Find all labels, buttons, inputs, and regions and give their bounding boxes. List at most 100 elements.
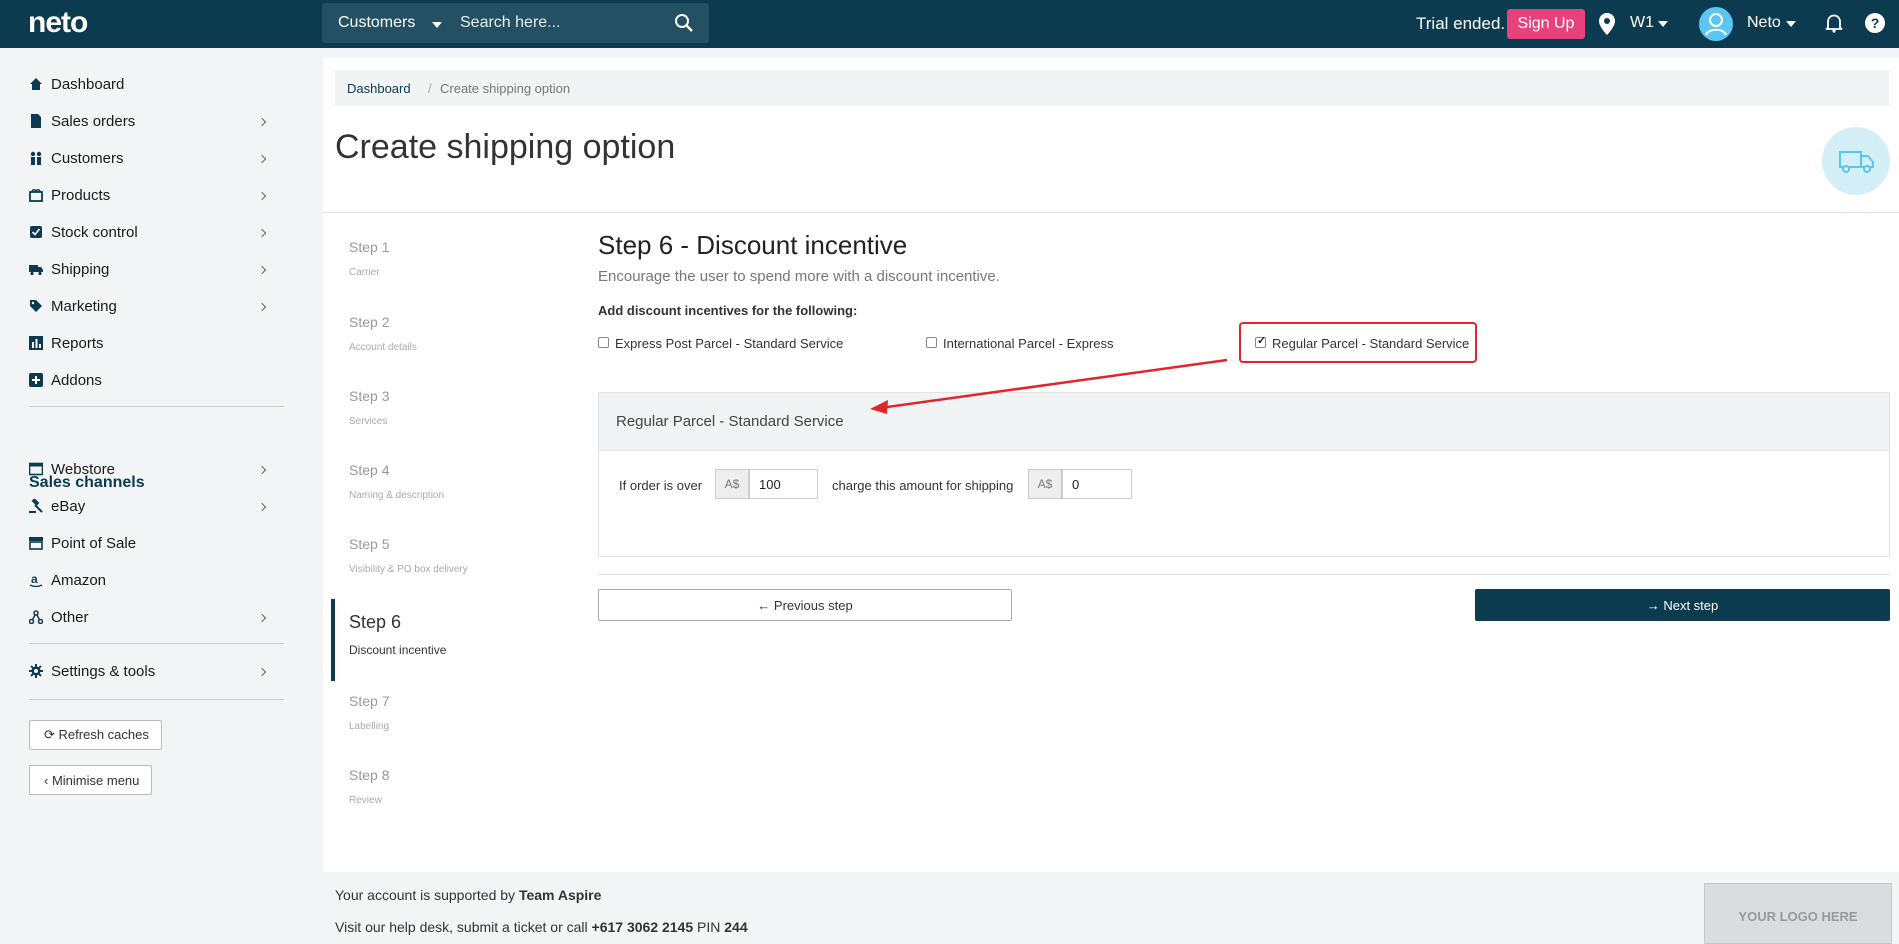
help-icon[interactable]: ? [1865,13,1885,33]
step-number: Step 4 [349,462,390,478]
step-subheading: Encourage the user to spend more with a … [598,268,1000,285]
sidebar-item-point-of-sale[interactable]: Point of Sale [29,532,279,558]
previous-step-button[interactable]: ← Previous step [598,589,1012,621]
step-description: Discount incentive [349,643,447,657]
chevron-right-icon [257,228,267,238]
global-search: Customers [322,3,709,43]
help-prefix: Visit our help desk, submit a ticket or … [335,919,588,935]
sidebar-item-other[interactable]: Other [29,606,279,632]
step-number: Step 8 [349,767,390,783]
chevron-right-icon [257,502,267,512]
service-label: International Parcel - Express [943,336,1114,351]
next-step-button[interactable]: → Next step [1475,589,1890,621]
breadcrumb: Dashboard / Create shipping option [335,70,1889,106]
breadcrumb-current: Create shipping option [440,81,571,96]
sidebar-item-settings-tools[interactable]: Settings & tools [29,660,279,686]
sidebar-item-label: Stock control [51,224,138,241]
step-description: Account details [349,342,417,353]
sidebar-item-customers[interactable]: Customers [29,147,279,173]
checkbox-icon [30,226,42,238]
caret-down-icon[interactable] [1786,21,1796,27]
chevron-right-icon [257,302,267,312]
breadcrumb-dashboard-link[interactable]: Dashboard [347,81,411,96]
main-panel: Dashboard / Create shipping option Creat… [323,58,1899,872]
avatar[interactable] [1699,7,1733,41]
divider [323,212,1899,213]
sidebar-item-shipping[interactable]: Shipping [29,258,279,284]
people-icon [30,151,42,165]
chevron-right-icon [257,613,267,623]
sidebar-item-ebay[interactable]: eBay [29,495,279,521]
sidebar-item-addons[interactable]: Addons [29,369,279,395]
gear-icon [29,664,43,678]
sign-up-button[interactable]: Sign Up [1507,9,1585,39]
sidebar-item-label: Products [51,187,111,204]
breadcrumb-separator: / [428,81,432,96]
step-number: Step 6 [349,612,402,632]
chevron-left-icon: ‹ [44,772,49,788]
document-icon [31,114,41,128]
minimise-menu-button[interactable]: ‹ Minimise menu [29,765,153,795]
truck-icon [1839,151,1874,173]
user-menu[interactable]: Neto [1747,14,1781,32]
chevron-right-icon [257,465,267,475]
share-icon [29,610,43,624]
plus-icon [29,373,43,387]
support-phone[interactable]: +617 3062 2145 [592,919,694,935]
pin-label: PIN [697,919,721,935]
incentive-services-label: Add discount incentives for the followin… [598,303,858,318]
sidebar-divider [29,406,284,407]
sidebar-item-sales-orders[interactable]: Sales orders [29,110,279,136]
bell-icon[interactable] [1825,13,1843,33]
location-selector[interactable]: W1 [1630,14,1654,32]
truck-icon [29,265,43,276]
step-number: Step 3 [349,388,390,404]
sidebar-item-reports[interactable]: Reports [29,332,279,358]
search-scope-dropdown[interactable]: Customers [338,14,415,32]
sidebar-item-label: Amazon [51,572,107,589]
user-icon [1705,13,1727,36]
caret-down-icon[interactable] [1658,21,1668,27]
step-description: Visibility & PO box delivery [349,564,468,575]
sidebar-item-marketing[interactable]: Marketing [29,295,279,321]
location-pin-icon[interactable] [1598,12,1616,36]
step-description: Carrier [349,267,380,278]
home-icon [30,78,42,90]
search-icon[interactable] [674,13,694,33]
sidebar-item-stock-control[interactable]: Stock control [29,221,279,247]
sidebar-item-products[interactable]: Products [29,184,279,210]
search-input[interactable] [460,9,660,37]
checkbox[interactable] [598,337,609,348]
sidebar-item-label: Other [51,609,89,626]
next-step-label: Next step [1663,597,1719,613]
sidebar-item-dashboard[interactable]: Dashboard [29,73,279,99]
service-label: Express Post Parcel - Standard Service [615,336,844,351]
support-info: Your account is supported by Team Aspire [335,887,601,903]
incentive-panel-title: Regular Parcel - Standard Service [616,413,844,430]
sidebar-item-label: Shipping [51,261,110,278]
currency-addon: A$ [1028,469,1062,499]
active-step-indicator [331,599,335,681]
neto-logo[interactable]: neto [28,6,88,40]
annotation-arrow-icon [870,358,1228,414]
sidebar-item-label: eBay [51,498,86,515]
sidebar-item-label: Dashboard [51,76,125,93]
previous-step-label: Previous step [773,597,853,613]
checkbox[interactable] [926,337,937,348]
sidebar-item-label: Reports [51,335,104,352]
chevron-right-icon [257,191,267,201]
pin-value: 244 [724,919,748,935]
divider [598,574,1890,575]
tag-icon [30,300,42,312]
sidebar-item-label: Point of Sale [51,535,137,552]
sidebar-item-label: Addons [51,372,102,389]
sidebar-item-amazon[interactable]: a Amazon [29,569,279,595]
caret-down-icon[interactable] [432,22,442,28]
refresh-caches-button[interactable]: ⟳ Refresh caches [29,720,162,750]
chart-icon [29,336,43,350]
shipping-badge [1822,127,1890,195]
order-threshold-input[interactable] [749,469,818,499]
step-description: Labelling [349,721,390,732]
shipping-charge-input[interactable] [1062,469,1132,499]
sidebar-item-webstore[interactable]: Webstore [29,458,279,484]
